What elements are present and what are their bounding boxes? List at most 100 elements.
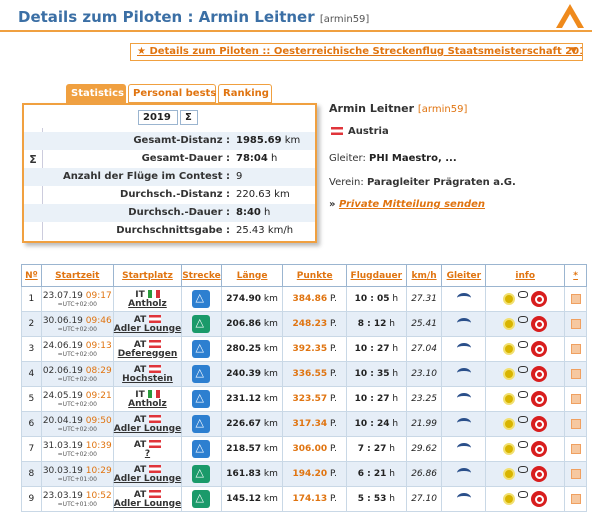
flight-glider[interactable] (441, 486, 487, 512)
flight-glider[interactable] (441, 411, 487, 437)
search-icon[interactable] (531, 466, 548, 482)
info-icon[interactable] (503, 393, 516, 405)
info-icon[interactable] (503, 368, 516, 380)
header-laenge[interactable]: Länge (220, 264, 284, 287)
bookmark-icon[interactable] (570, 293, 581, 304)
flight-glider[interactable] (441, 286, 487, 312)
info-icon[interactable] (503, 443, 516, 455)
flight-glider[interactable] (441, 361, 487, 387)
flight-star[interactable] (564, 361, 587, 387)
header-flugdauer[interactable]: Flugdauer (345, 264, 407, 287)
flight-route[interactable]: △ (181, 486, 222, 512)
comment-icon[interactable] (518, 291, 529, 298)
flight-start-site[interactable]: AT Defereggen (112, 336, 183, 362)
search-icon[interactable] (531, 441, 548, 457)
comment-icon[interactable] (518, 441, 529, 448)
flight-star[interactable] (564, 336, 587, 362)
flight-speed: 21.99 (405, 411, 443, 437)
info-icon[interactable] (503, 493, 516, 505)
info-icon[interactable] (503, 318, 516, 330)
flight-star[interactable] (564, 436, 587, 462)
flight-start-site[interactable]: AT Hochstein (112, 361, 183, 387)
flight-route[interactable]: △ (181, 361, 222, 387)
flight-star[interactable] (564, 486, 587, 512)
route-type-icon[interactable]: △ (192, 365, 211, 383)
comment-icon[interactable] (518, 366, 529, 373)
bookmark-icon[interactable] (570, 418, 581, 429)
flight-glider[interactable] (441, 436, 487, 462)
search-icon[interactable] (531, 491, 548, 507)
search-icon[interactable] (531, 416, 548, 432)
flight-route[interactable]: △ (181, 411, 222, 437)
flight-start-site[interactable]: AT ? (112, 436, 183, 462)
route-type-icon[interactable]: △ (192, 340, 211, 358)
comment-icon[interactable] (518, 391, 529, 398)
tab-ranking[interactable]: Ranking (218, 84, 272, 103)
flight-glider[interactable] (441, 386, 487, 412)
flight-route[interactable]: △ (181, 286, 222, 312)
flight-star[interactable] (564, 311, 587, 337)
info-icon[interactable] (503, 468, 516, 480)
search-icon[interactable] (531, 291, 548, 307)
comment-icon[interactable] (518, 491, 529, 498)
paraglider-icon (456, 492, 471, 503)
flight-glider[interactable] (441, 461, 487, 487)
header-startplatz[interactable]: Startplatz (112, 264, 183, 287)
comment-icon[interactable] (518, 316, 529, 323)
flight-route[interactable]: △ (181, 336, 222, 362)
tab-personal-bests[interactable]: Personal bests (128, 84, 216, 103)
route-type-icon[interactable]: △ (192, 465, 211, 483)
search-icon[interactable] (531, 316, 548, 332)
flight-start-site[interactable]: IT Antholz (112, 386, 183, 412)
header-punkte[interactable]: Punkte (282, 264, 347, 287)
search-icon[interactable] (531, 341, 548, 357)
flight-start-site[interactable]: AT Adler Lounge (112, 311, 183, 337)
flight-number: 7 (21, 436, 42, 462)
header-star: * (564, 264, 587, 287)
competition-select[interactable]: ★ Details zum Piloten :: Oesterreichisch… (130, 43, 583, 61)
flight-star[interactable] (564, 411, 587, 437)
flight-star[interactable] (564, 386, 587, 412)
bookmark-icon[interactable] (570, 393, 581, 404)
header-kmh[interactable]: km/h (405, 264, 443, 287)
route-type-icon[interactable]: △ (192, 490, 211, 508)
header-startzeit[interactable]: Startzeit (40, 264, 114, 287)
search-icon[interactable] (531, 366, 548, 382)
bookmark-icon[interactable] (570, 468, 581, 479)
year-tab-all[interactable]: Σ (180, 110, 198, 125)
flight-route[interactable]: △ (181, 386, 222, 412)
info-icon[interactable] (503, 343, 516, 355)
flight-glider[interactable] (441, 336, 487, 362)
private-message-link[interactable]: Private Mitteilung senden (339, 199, 485, 210)
flight-start-site[interactable]: AT Adler Lounge (112, 486, 183, 512)
header-gleiter[interactable]: Gleiter (441, 264, 487, 287)
comment-icon[interactable] (518, 466, 529, 473)
tab-statistics[interactable]: Statistics (66, 84, 126, 103)
flight-star[interactable] (564, 461, 587, 487)
flight-star[interactable] (564, 286, 587, 312)
flight-route[interactable]: △ (181, 461, 222, 487)
bookmark-icon[interactable] (570, 368, 581, 379)
search-icon[interactable] (531, 391, 548, 407)
route-type-icon[interactable]: △ (192, 415, 211, 433)
route-type-icon[interactable]: △ (192, 315, 211, 333)
flight-route[interactable]: △ (181, 436, 222, 462)
header-strecke[interactable]: Strecke (181, 264, 222, 287)
info-icon[interactable] (503, 293, 516, 305)
comment-icon[interactable] (518, 341, 529, 348)
bookmark-icon[interactable] (570, 318, 581, 329)
route-type-icon[interactable]: △ (192, 390, 211, 408)
comment-icon[interactable] (518, 416, 529, 423)
year-tab-2019[interactable]: 2019 (138, 110, 178, 125)
bookmark-icon[interactable] (570, 443, 581, 454)
route-type-icon[interactable]: △ (192, 290, 211, 308)
bookmark-icon[interactable] (570, 343, 581, 354)
info-icon[interactable] (503, 418, 516, 430)
flight-route[interactable]: △ (181, 311, 222, 337)
route-type-icon[interactable]: △ (192, 440, 211, 458)
flight-glider[interactable] (441, 311, 487, 337)
flight-start-site[interactable]: AT Adler Lounge (112, 461, 183, 487)
flight-start-site[interactable]: IT Antholz (112, 286, 183, 312)
bookmark-icon[interactable] (570, 493, 581, 504)
flight-start-site[interactable]: AT Adler Lounge (112, 411, 183, 437)
